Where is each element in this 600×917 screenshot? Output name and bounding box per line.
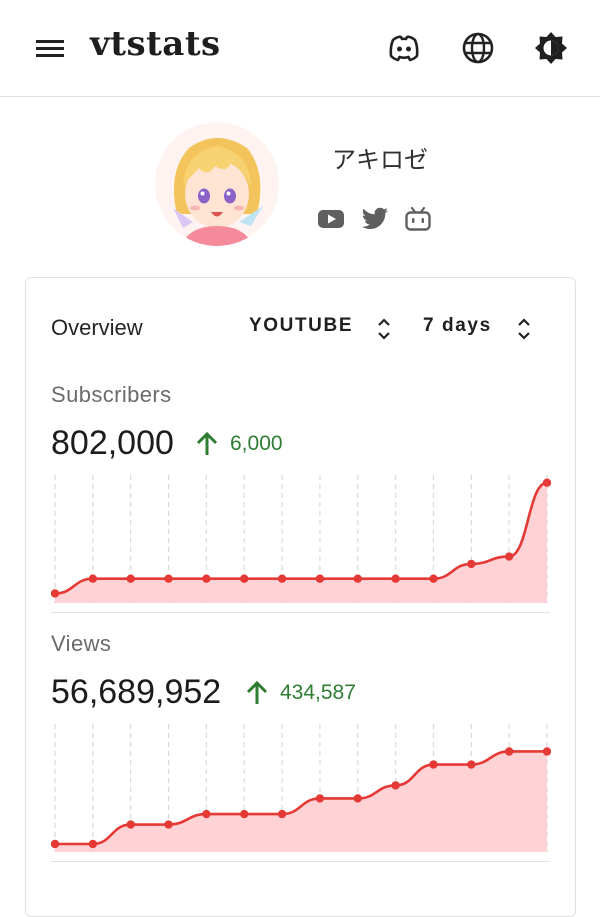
range-select[interactable]: 7 days xyxy=(423,315,492,337)
data-point[interactable] xyxy=(429,760,438,769)
arrow-up-icon xyxy=(246,680,268,704)
data-point[interactable] xyxy=(240,809,249,819)
data-point[interactable] xyxy=(126,574,135,583)
subscribers-delta-value: 6,000 xyxy=(230,432,283,455)
divider xyxy=(51,612,550,613)
theme-toggle-button[interactable] xyxy=(531,28,571,68)
twitter-link[interactable] xyxy=(360,205,390,233)
data-point[interactable] xyxy=(164,574,173,583)
youtube-link[interactable] xyxy=(316,205,346,233)
data-point[interactable] xyxy=(353,574,362,583)
subscribers-label: Subscribers xyxy=(51,382,172,407)
data-point[interactable] xyxy=(51,839,60,849)
vtuber-avatar xyxy=(155,122,279,246)
data-point[interactable] xyxy=(164,820,173,829)
data-point[interactable] xyxy=(202,574,211,583)
arrow-up-icon xyxy=(196,431,218,455)
data-point[interactable] xyxy=(391,574,400,583)
data-point[interactable] xyxy=(51,589,60,598)
divider xyxy=(51,861,550,862)
brand-title[interactable]: vtstats xyxy=(90,24,221,64)
data-point[interactable] xyxy=(542,747,551,756)
data-point[interactable] xyxy=(504,747,514,756)
data-point[interactable] xyxy=(315,574,325,583)
youtube-icon xyxy=(318,210,344,228)
subscribers-delta: 6,000 xyxy=(196,431,283,457)
views-delta: 434,587 xyxy=(246,680,356,706)
discord-button[interactable] xyxy=(384,28,424,68)
subscribers-value: 802,000 xyxy=(51,424,174,462)
data-point[interactable] xyxy=(88,839,98,849)
data-point[interactable] xyxy=(315,794,325,803)
data-point[interactable] xyxy=(391,781,400,790)
language-button[interactable] xyxy=(458,28,498,68)
theme-brightness-icon xyxy=(535,32,567,64)
data-point[interactable] xyxy=(277,809,287,819)
data-point[interactable] xyxy=(126,820,135,829)
data-point[interactable] xyxy=(542,478,551,487)
data-point[interactable] xyxy=(202,809,211,819)
data-point[interactable] xyxy=(504,552,514,561)
data-point[interactable] xyxy=(467,559,476,569)
menu-button[interactable] xyxy=(24,28,74,68)
range-select-chevron-icon[interactable] xyxy=(516,316,532,342)
views-value: 56,689,952 xyxy=(51,673,222,711)
data-point[interactable] xyxy=(88,574,98,583)
views-label: Views xyxy=(51,631,112,656)
data-point[interactable] xyxy=(353,794,362,803)
globe-icon xyxy=(462,32,494,64)
views-chart xyxy=(51,724,551,852)
app-bar: vtstats xyxy=(0,0,600,97)
overview-title: Overview xyxy=(51,315,143,340)
data-point[interactable] xyxy=(467,760,476,769)
platform-select[interactable]: YOUTUBE xyxy=(249,315,353,337)
data-point[interactable] xyxy=(429,574,438,583)
discord-icon xyxy=(389,35,419,62)
bilibili-icon xyxy=(405,206,431,231)
platform-select-chevron-icon[interactable] xyxy=(376,316,392,342)
views-delta-value: 434,587 xyxy=(280,681,356,704)
vtuber-name: アキロゼ xyxy=(332,147,428,174)
series-area xyxy=(55,482,547,603)
bilibili-link[interactable] xyxy=(403,205,433,233)
menu-icon xyxy=(36,40,64,57)
data-point[interactable] xyxy=(277,574,287,583)
subscribers-chart xyxy=(51,475,551,603)
data-point[interactable] xyxy=(240,574,249,583)
twitter-icon xyxy=(361,207,388,229)
